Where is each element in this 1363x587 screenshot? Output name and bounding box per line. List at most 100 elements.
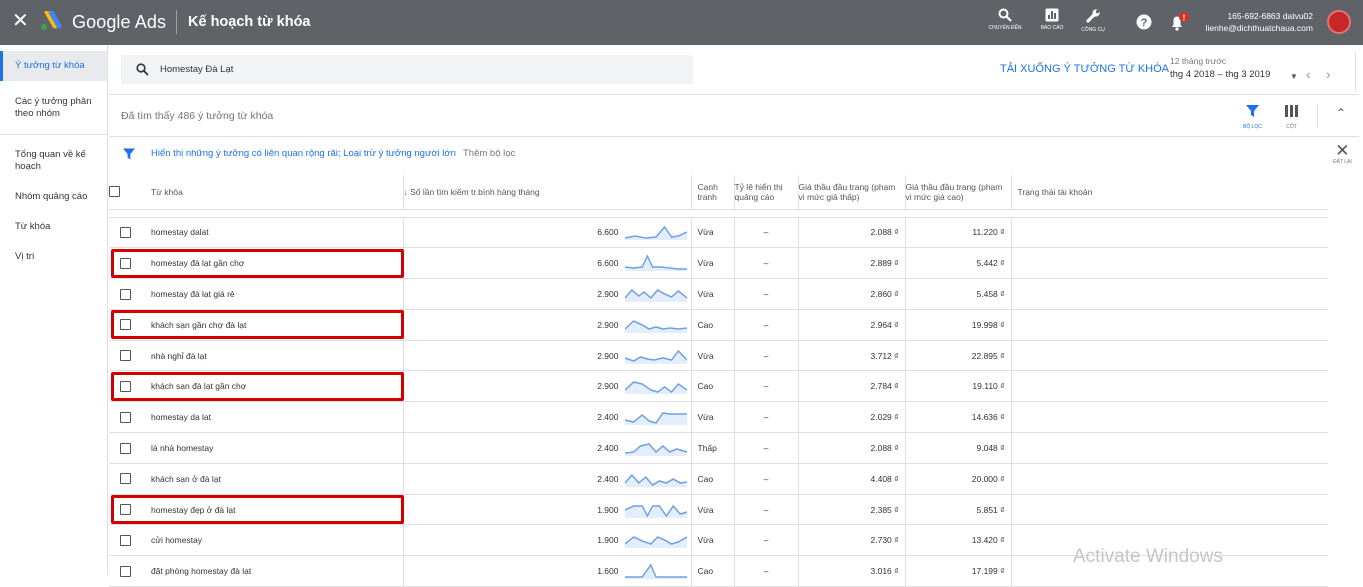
row-checkbox[interactable] — [119, 411, 131, 423]
active-filter-text[interactable]: Hiển thị những ý tưởng có liên quan rộng… — [151, 148, 456, 159]
table-row[interactable]: là nhà homestay 2.400 Thấp –2.088 ₫ 9.048 ₫ — [109, 432, 1328, 464]
bid-low-cell: 2.964 ₫ — [798, 309, 906, 341]
row-checkbox[interactable] — [119, 288, 131, 300]
table-row[interactable]: nhà nghỉ đà lạt 2.900 Vừa –3.712 ₫ 22.895 ₫ — [109, 340, 1328, 372]
impression-cell: – — [734, 463, 799, 495]
status-cell — [1011, 370, 1328, 403]
col-keyword[interactable]: Từ khóa — [141, 175, 404, 210]
help-icon[interactable]: ? — [1136, 14, 1152, 30]
results-count: Đã tìm thấy 486 ý tưởng từ khóa — [121, 110, 274, 122]
collapse-chevron-icon[interactable]: ⌃ — [1336, 106, 1346, 120]
search-icon — [136, 63, 149, 76]
activate-windows-watermark: Activate Windows — [1073, 546, 1223, 567]
table-row[interactable]: homestay da lat 2.400 Vừa –2.029 ₫ 14.636 ₫ — [109, 401, 1328, 434]
trend-sparkline — [624, 319, 687, 333]
trend-sparkline — [624, 536, 687, 549]
impression-cell: – — [734, 309, 799, 341]
impression-cell: – — [734, 555, 799, 587]
scrollbar-track[interactable] — [1355, 52, 1356, 92]
status-cell — [1011, 401, 1328, 434]
keyword-search-input[interactable]: Homestay Đà Lạt — [121, 55, 693, 84]
tools-button[interactable]: CÔNG CỤ — [1071, 8, 1115, 34]
impression-cell: – — [734, 247, 799, 280]
row-checkbox[interactable] — [119, 227, 131, 239]
row-checkbox[interactable] — [119, 565, 131, 577]
bid-low-cell: 4.408 ₫ — [798, 463, 906, 495]
bid-low-cell: 2.088 ₫ — [798, 217, 906, 249]
volume-value: 2.400 — [597, 442, 619, 453]
status-cell — [1011, 432, 1328, 464]
col-bid-high[interactable]: Giá thầu đầu trang (phạm vi mức giá cao) — [905, 175, 1012, 210]
bid-high-cell: 9.048 ₫ — [905, 432, 1012, 464]
col-volume[interactable]: ↓ Số lần tìm kiếm tr.bình hàng tháng — [403, 175, 692, 210]
sidebar-item-keywords[interactable]: Từ khóa — [0, 221, 107, 233]
volume-cell: 6.600 — [403, 247, 692, 280]
trend-sparkline — [624, 381, 687, 395]
status-cell — [1011, 494, 1328, 526]
report-icon — [1045, 8, 1059, 22]
sidebar-item-ad-groups[interactable]: Nhóm quảng cáo — [0, 191, 107, 203]
row-checkbox[interactable] — [119, 442, 131, 454]
trend-sparkline — [624, 563, 687, 580]
row-checkbox[interactable] — [119, 350, 131, 362]
go-to-button[interactable]: CHUYỂN ĐẾN — [983, 8, 1027, 32]
divider — [109, 94, 1359, 95]
impression-cell: – — [734, 432, 799, 464]
date-range-value[interactable]: thg 4 2018 – thg 3 2019 — [1170, 69, 1270, 80]
bid-low-cell: 2.730 ₫ — [798, 524, 906, 557]
volume-value: 6.600 — [597, 258, 619, 269]
impression-cell: – — [734, 278, 799, 310]
impression-cell: – — [734, 401, 799, 434]
col-competition[interactable]: Cạnh tranh — [691, 175, 735, 210]
reset-filter-button[interactable]: ✕ ĐẶT LẠI — [1333, 142, 1352, 165]
search-icon — [998, 8, 1012, 22]
volume-cell: 2.900 — [403, 370, 692, 403]
close-icon[interactable]: ✕ — [12, 11, 29, 31]
reports-button[interactable]: BÁO CÁO — [1030, 8, 1074, 32]
notifications-bell-icon[interactable]: ! — [1168, 12, 1190, 32]
sidebar-item-keyword-ideas[interactable]: Ý tưởng từ khóa — [0, 51, 107, 81]
row-checkbox[interactable] — [119, 473, 131, 485]
download-ideas-link[interactable]: TẢI XUỐNG Ý TƯỞNG TỪ KHÓA — [1000, 63, 1169, 75]
account-email: lienhe@dichthuatchaua.com — [1205, 23, 1313, 33]
competition-cell: Vừa — [691, 524, 735, 557]
competition-cell: Thấp — [691, 432, 735, 464]
sidebar-item-grouped-ideas[interactable]: Các ý tưởng phân theo nhóm — [0, 96, 107, 120]
bid-low-cell: 2.860 ₫ — [798, 278, 906, 310]
competition-cell: Vừa — [691, 278, 735, 310]
sidebar-item-plan-overview[interactable]: Tổng quan về kế hoạch — [0, 149, 107, 173]
avatar[interactable] — [1327, 10, 1351, 34]
competition-cell: Vừa — [691, 401, 735, 434]
sidebar-item-locations[interactable]: Vị trí — [0, 251, 107, 263]
col-account-status[interactable]: Trạng thái tài khoản — [1011, 175, 1328, 210]
row-checkbox[interactable] — [119, 534, 131, 546]
keyword-cell: là nhà homestay — [141, 432, 404, 464]
volume-cell: 2.400 — [403, 463, 692, 495]
bid-high-cell: 17.199 ₫ — [905, 555, 1012, 587]
account-info[interactable]: 165-692-6863 datvu02 lienhe@dichthuatcha… — [1206, 10, 1313, 34]
table-row[interactable]: homestay dalat 6.600 Vừa –2.088 ₫ 11.220 ₫ — [109, 217, 1328, 249]
competition-cell: Vừa — [691, 494, 735, 526]
col-bid-low[interactable]: Giá thầu đầu trang (phạm vi mức giá thấp… — [798, 175, 906, 210]
sidebar-divider — [0, 134, 107, 135]
select-all-checkbox[interactable] — [109, 186, 120, 198]
volume-value: 2.900 — [597, 381, 619, 392]
table-row[interactable]: khách sạn ở đà lạt 2.400 Cao –4.408 ₫ 20.000… — [109, 463, 1328, 495]
volume-cell: 1.900 — [403, 494, 692, 526]
status-cell — [1011, 340, 1328, 372]
next-period-icon[interactable]: › — [1326, 66, 1331, 82]
filter-button[interactable]: BỘ LỌC — [1243, 104, 1262, 130]
trend-sparkline — [624, 226, 687, 241]
volume-cell: 2.900 — [403, 309, 692, 341]
trend-sparkline — [624, 443, 687, 456]
columns-button[interactable]: CỘT — [1285, 104, 1298, 130]
keyword-cell: đặt phòng homestay đà lạt — [141, 555, 404, 587]
competition-cell: Cao — [691, 555, 735, 587]
volume-cell: 2.900 — [403, 278, 692, 310]
competition-cell: Cao — [691, 370, 735, 403]
col-impression-share[interactable]: Tỷ lệ hiển thị quảng cáo — [734, 175, 799, 210]
add-filter-link[interactable]: Thêm bộ lọc — [463, 148, 515, 159]
table-row[interactable]: homestay đà lạt giá rẻ 2.900 Vừa –2.860 ₫ 5.… — [109, 278, 1328, 310]
date-range-dropdown-icon[interactable]: ▼ — [1290, 72, 1298, 81]
previous-period-icon[interactable]: ‹ — [1306, 66, 1311, 82]
